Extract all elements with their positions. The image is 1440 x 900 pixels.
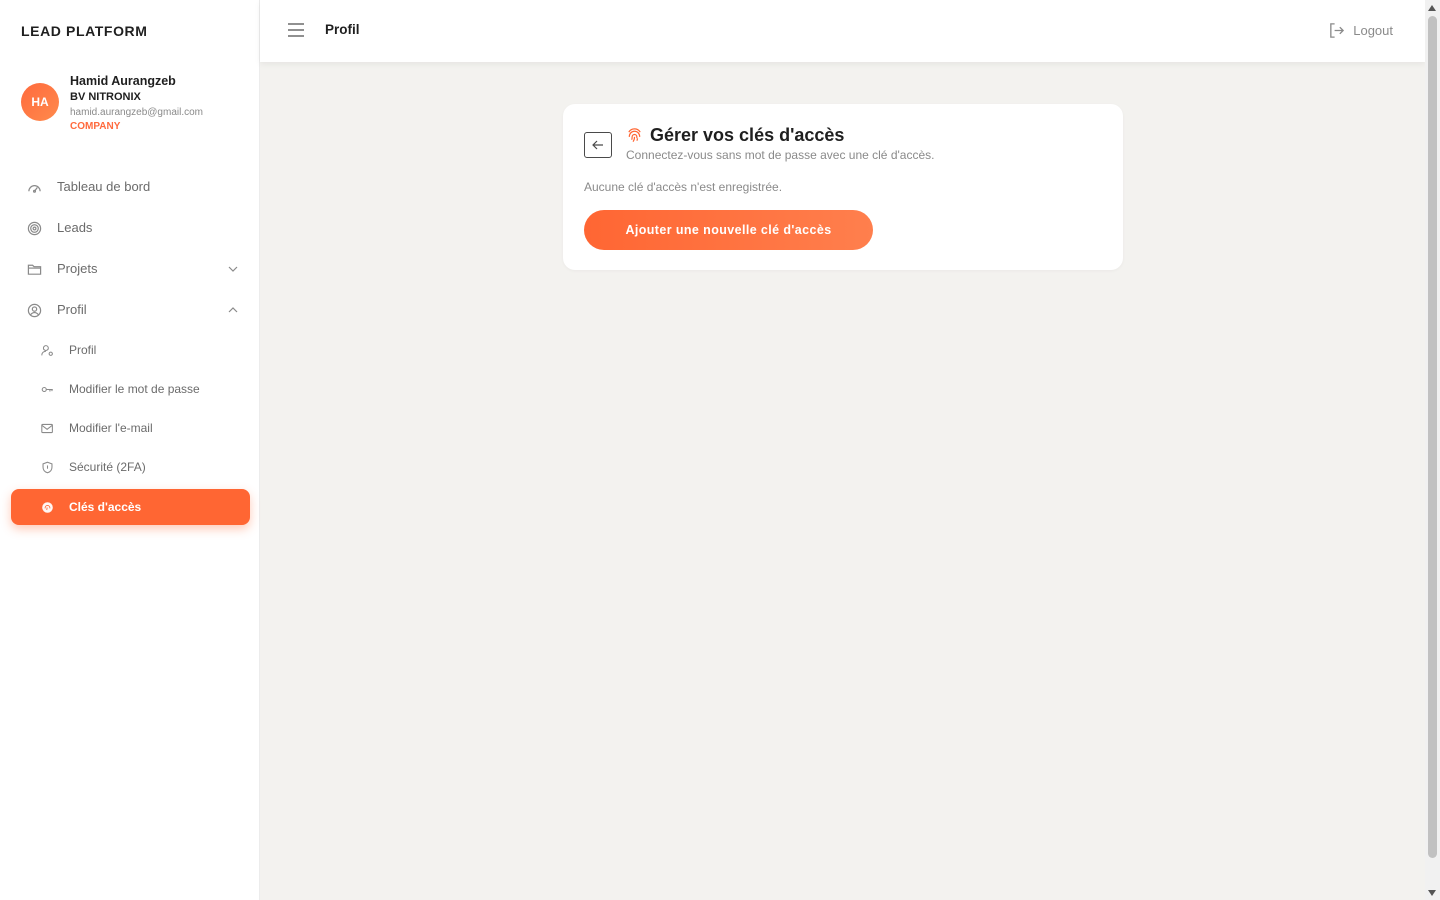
user-company: BV NITRONIX bbox=[70, 91, 141, 103]
sidebar-item-dashboard[interactable]: Tableau de bord bbox=[11, 169, 250, 205]
sidebar-item-projects[interactable]: Projets bbox=[11, 251, 250, 287]
page-title: Profil bbox=[325, 22, 360, 37]
mail-settings-icon bbox=[41, 423, 53, 434]
card-subtitle: Connectez-vous sans mot de passe avec un… bbox=[626, 148, 935, 162]
scroll-thumb[interactable] bbox=[1428, 16, 1437, 858]
folder-icon bbox=[27, 264, 42, 275]
sidebar: LEAD PLATFORM HA Hamid Aurangzeb BV NITR… bbox=[0, 0, 260, 900]
chevron-up-icon bbox=[228, 307, 238, 313]
sidebar-subitem-password[interactable]: Modifier le mot de passe bbox=[11, 371, 250, 407]
sidebar-item-label: Leads bbox=[57, 220, 93, 235]
sidebar-item-label: Modifier l'e-mail bbox=[69, 421, 153, 435]
gauge-icon bbox=[28, 185, 41, 193]
passkeys-card: Gérer vos clés d'accès Connectez-vous sa… bbox=[563, 104, 1123, 270]
user-circle-icon bbox=[27, 303, 42, 318]
sidebar-item-label: Modifier le mot de passe bbox=[69, 382, 200, 396]
user-email: hamid.aurangzeb@gmail.com bbox=[70, 107, 203, 118]
key-icon bbox=[41, 386, 53, 393]
user-name: Hamid Aurangzeb bbox=[70, 74, 176, 88]
sidebar-item-label: Projets bbox=[57, 261, 98, 276]
user-profile-card: HA Hamid Aurangzeb BV NITRONIX hamid.aur… bbox=[21, 74, 251, 134]
target-icon bbox=[27, 221, 42, 236]
sidebar-item-label: Tableau de bord bbox=[57, 179, 151, 194]
sidebar-subitem-profile[interactable]: Profil bbox=[11, 332, 250, 368]
sidebar-subitem-passkeys[interactable]: Clés d'accès bbox=[11, 489, 250, 525]
hamburger-icon[interactable] bbox=[288, 23, 304, 37]
fingerprint-icon bbox=[42, 502, 53, 513]
user-settings-icon bbox=[41, 345, 53, 356]
card-title: Gérer vos clés d'accès bbox=[650, 125, 845, 145]
add-passkey-button[interactable]: Ajouter une nouvelle clé d'accès bbox=[584, 210, 873, 250]
sidebar-subitem-security[interactable]: Sécurité (2FA) bbox=[11, 449, 250, 485]
empty-state-text: Aucune clé d'accès n'est enregistrée. bbox=[584, 180, 783, 194]
sidebar-item-profile[interactable]: Profil bbox=[11, 292, 250, 328]
sidebar-subitem-email[interactable]: Modifier l'e-mail bbox=[11, 410, 250, 446]
sidebar-item-label: Profil bbox=[69, 343, 97, 357]
sidebar-item-label: Sécurité (2FA) bbox=[69, 460, 146, 474]
chevron-down-icon bbox=[228, 266, 238, 272]
scrollbar[interactable] bbox=[1425, 0, 1440, 900]
sidebar-item-label: Profil bbox=[57, 302, 87, 317]
scroll-up-arrow-icon[interactable] bbox=[1428, 5, 1436, 11]
logout-label: Logout bbox=[1353, 23, 1393, 38]
sidebar-item-label: Clés d'accès bbox=[69, 500, 142, 514]
avatar: HA bbox=[21, 83, 59, 121]
brand-logo: LEAD PLATFORM bbox=[21, 23, 148, 39]
logout-button[interactable]: Logout bbox=[1328, 22, 1393, 39]
user-role-badge: COMPANY bbox=[70, 121, 121, 132]
sidebar-item-leads[interactable]: Leads bbox=[11, 210, 250, 246]
topbar: Profil Logout bbox=[260, 0, 1425, 62]
arrow-left-icon bbox=[592, 140, 603, 150]
back-button[interactable] bbox=[584, 132, 612, 158]
scroll-down-arrow-icon[interactable] bbox=[1428, 890, 1436, 896]
shield-icon bbox=[42, 461, 53, 474]
logout-icon bbox=[1330, 23, 1345, 38]
fingerprint-icon bbox=[628, 128, 641, 143]
